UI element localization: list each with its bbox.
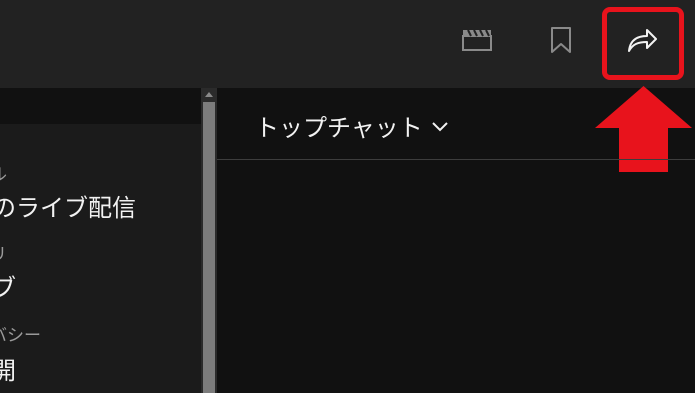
settings-panel: ル のライブ配信 リ ブ バシー 開 bbox=[0, 88, 201, 393]
chevron-down-icon bbox=[432, 121, 448, 131]
field-value: ブ bbox=[0, 274, 16, 302]
chat-header: トップチャット bbox=[217, 88, 695, 160]
chat-mode-label: トップチャット bbox=[255, 114, 423, 142]
clapperboard-icon[interactable] bbox=[457, 20, 497, 60]
top-toolbar bbox=[0, 0, 695, 88]
settings-scrollbar[interactable] bbox=[201, 88, 217, 393]
scroll-up-arrow-icon[interactable] bbox=[205, 92, 213, 97]
field-value: のライブ配信 bbox=[0, 194, 136, 222]
field-label: リ bbox=[0, 240, 7, 265]
scroll-thumb[interactable] bbox=[203, 102, 215, 393]
share-highlight-box bbox=[602, 7, 684, 80]
bookmark-icon[interactable] bbox=[541, 20, 581, 60]
field-label: バシー bbox=[0, 326, 41, 346]
chat-mode-dropdown[interactable]: トップチャット bbox=[255, 108, 449, 143]
field-value: 開 bbox=[0, 357, 16, 385]
field-label: ル bbox=[0, 160, 7, 185]
settings-panel-header bbox=[0, 88, 201, 124]
